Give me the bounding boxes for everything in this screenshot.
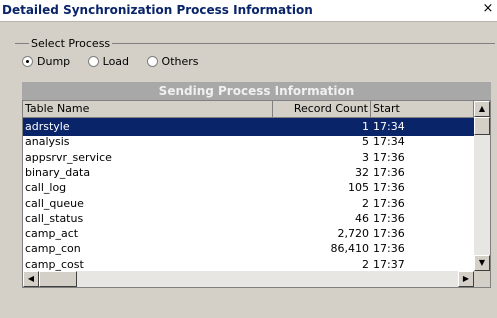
column-header-table-name[interactable]: Table Name	[23, 101, 273, 118]
scroll-down-icon[interactable]: ▼	[474, 255, 490, 271]
scrollbar-corner	[474, 271, 490, 287]
column-header-record-count[interactable]: Record Count	[273, 101, 371, 118]
radio-dump-label: Dump	[37, 55, 71, 68]
column-header-start[interactable]: Start	[371, 101, 474, 118]
radio-others-label: Others	[161, 55, 199, 68]
radio-others[interactable]: Others	[146, 55, 199, 68]
process-table: Table Name Record Count Start adrstyle 1 1…	[22, 100, 491, 288]
vertical-scroll-thumb[interactable]	[474, 117, 490, 135]
scroll-right-icon[interactable]: ▶	[458, 271, 474, 287]
table-header: Table Name Record Count Start	[23, 101, 474, 118]
horizontal-scroll-thumb[interactable]	[39, 271, 77, 287]
horizontal-scrollbar[interactable]: ◀ ▶	[23, 271, 474, 287]
scroll-left-icon[interactable]: ◀	[23, 271, 39, 287]
select-process-label: Select Process	[29, 37, 113, 50]
vertical-scrollbar[interactable]: ▲ ▼	[474, 101, 490, 271]
radio-load-label: Load	[102, 55, 130, 68]
window-title: Detailed Synchronization Process Informa…	[2, 3, 313, 17]
radio-others-circle[interactable]	[146, 56, 158, 67]
close-icon[interactable]: ×	[481, 2, 495, 16]
section-title: Sending Process Information	[22, 82, 491, 100]
radio-dump[interactable]: Dump	[22, 55, 70, 68]
process-radio-group: Dump Load Others	[22, 55, 213, 71]
radio-dump-circle[interactable]	[22, 56, 33, 67]
scroll-up-icon[interactable]: ▲	[474, 101, 490, 117]
title-bar: Detailed Synchronization Process Informa…	[0, 0, 497, 22]
radio-load[interactable]: Load	[87, 55, 130, 68]
radio-load-circle[interactable]	[87, 56, 99, 67]
